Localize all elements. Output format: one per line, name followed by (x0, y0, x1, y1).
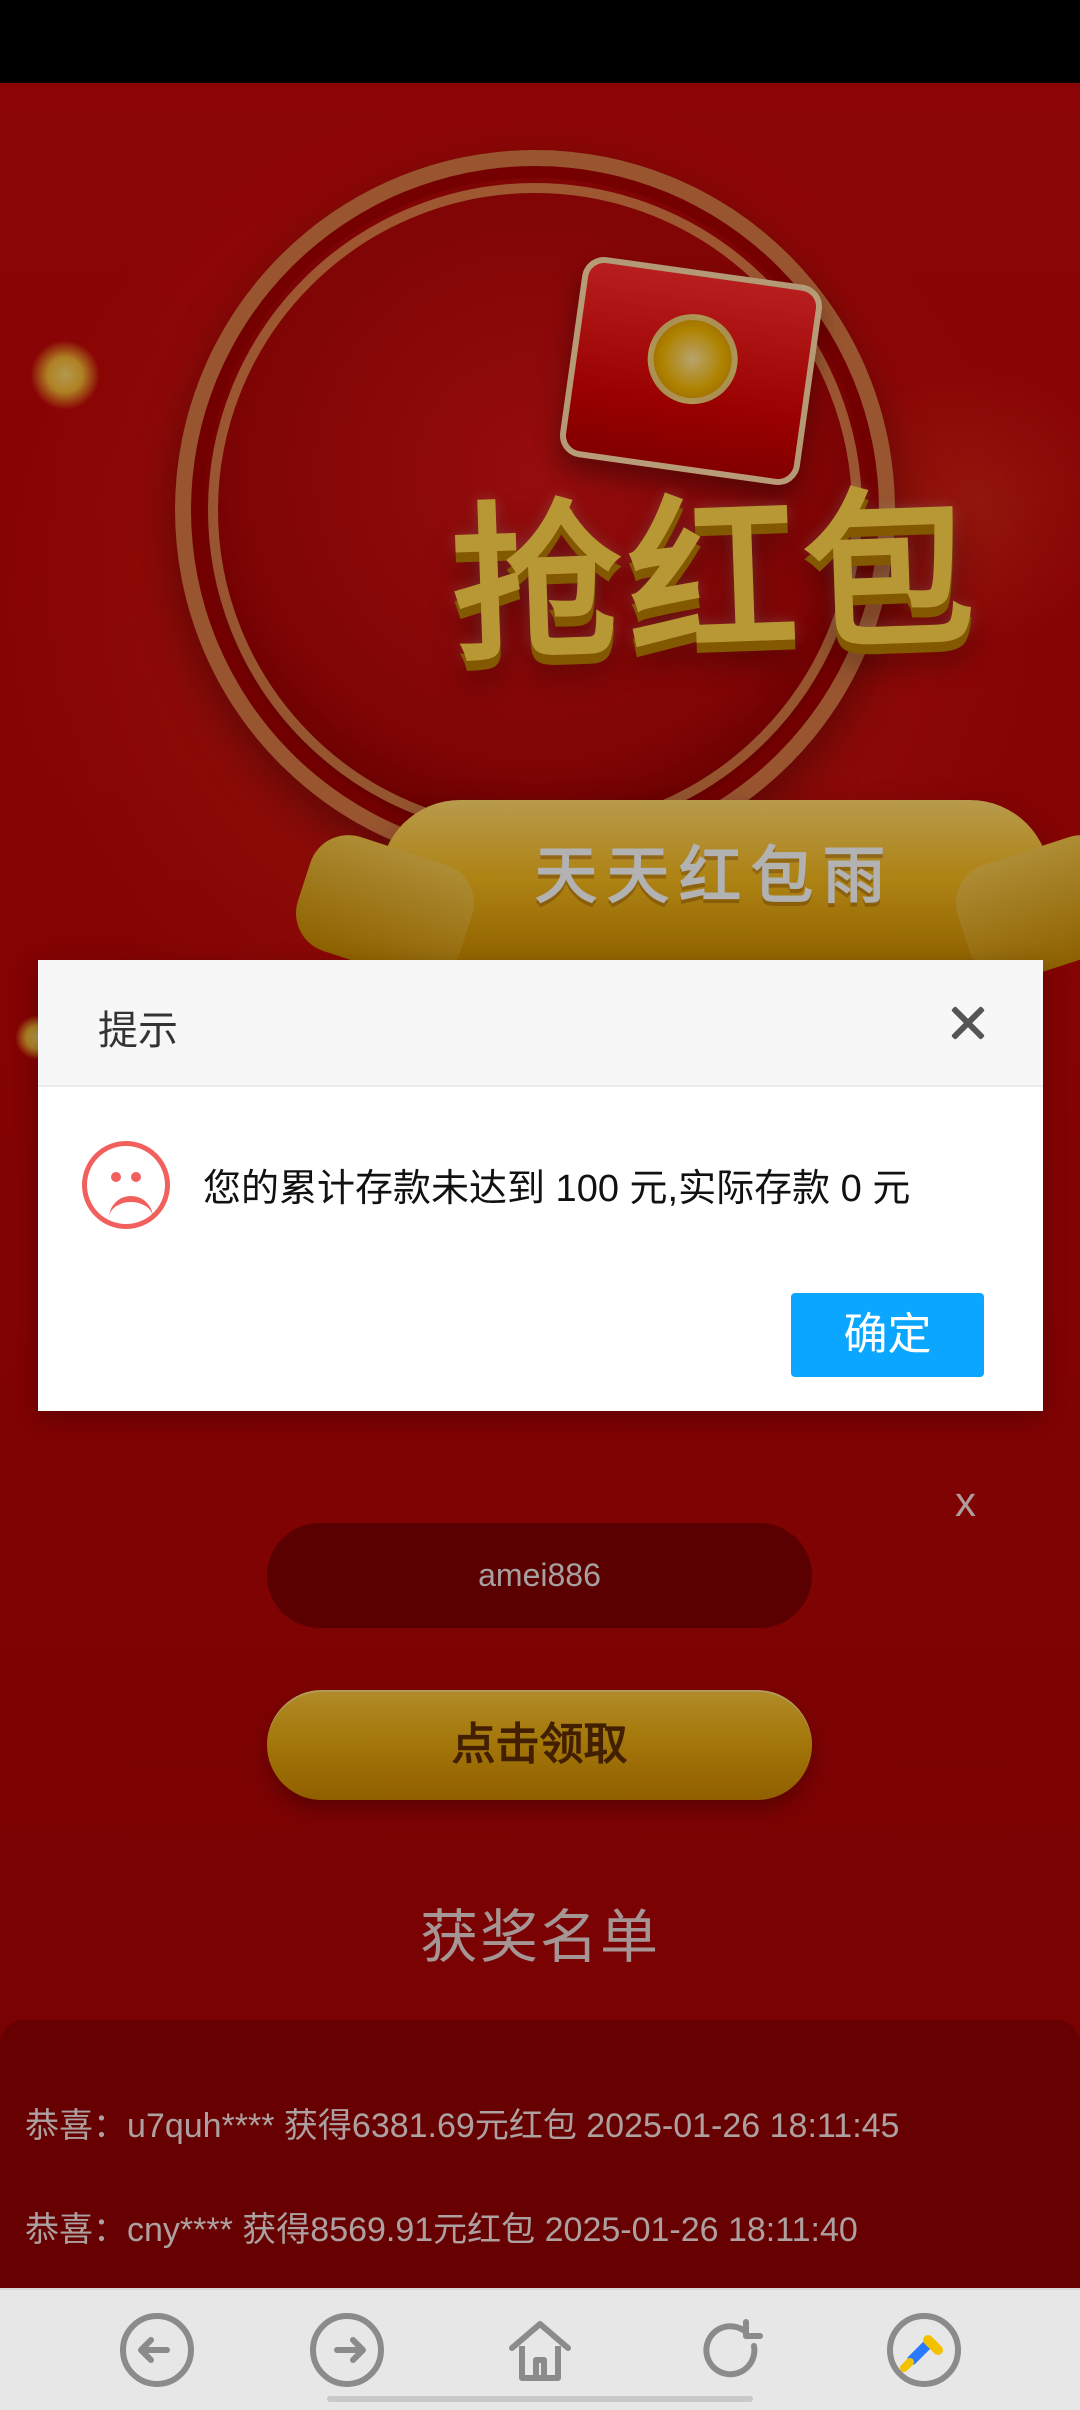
home-indicator (327, 2396, 753, 2402)
dialog-header: 提示 (38, 960, 1043, 1087)
dialog-message: 您的累计存款未达到 100 元,实际存款 0 元 (203, 1168, 911, 1210)
sad-face-mouth (109, 1196, 153, 1218)
home-icon[interactable] (498, 2308, 582, 2392)
back-arrow-icon[interactable] (115, 2308, 199, 2392)
browser-bottom-toolbar (0, 2288, 1080, 2410)
dialog-close-icon[interactable] (943, 998, 993, 1048)
forward-arrow-icon[interactable] (305, 2308, 389, 2392)
dialog-body: 您的累计存款未达到 100 元,实际存款 0 元 确定 (38, 1087, 1043, 1413)
system-status-bar (0, 0, 1080, 83)
alert-dialog: 提示 您的累计存款未达到 100 元,实际存款 0 元 确定 (38, 960, 1043, 1411)
refresh-icon[interactable] (690, 2308, 774, 2392)
confirm-button[interactable]: 确定 (791, 1293, 984, 1377)
cleanup-brush-icon[interactable] (882, 2308, 966, 2392)
sad-face-icon (82, 1141, 170, 1229)
dialog-title: 提示 (98, 1009, 178, 1053)
